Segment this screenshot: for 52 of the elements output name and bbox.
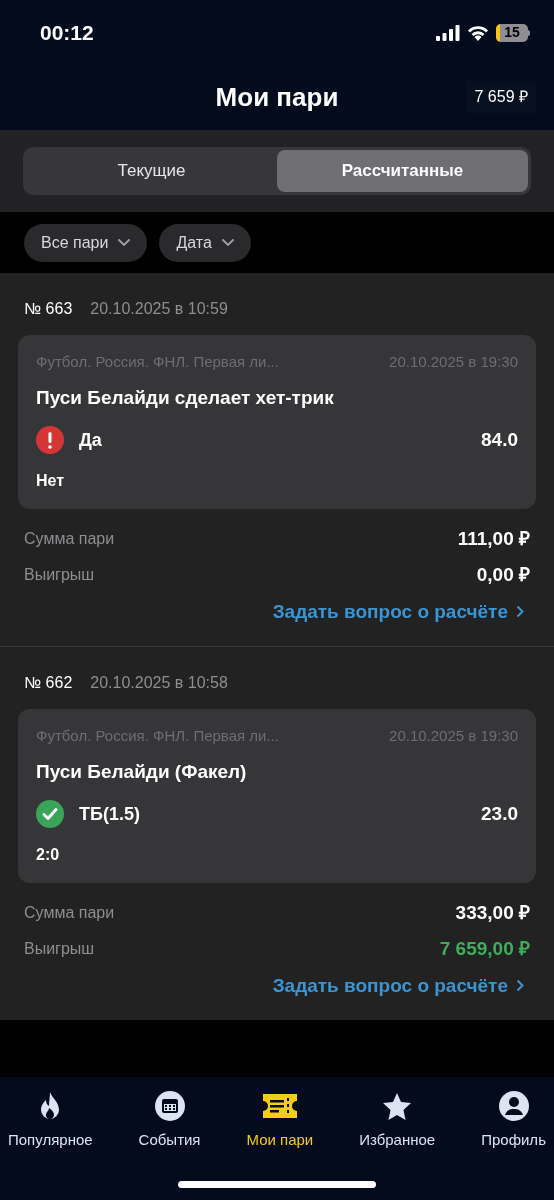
tab-bar-item[interactable]: Профиль <box>481 1089 546 1152</box>
score: 2:0 <box>36 844 61 865</box>
stake-label: Сумма пари <box>24 902 115 923</box>
warning-icon <box>36 426 64 455</box>
league: Футбол. Россия. ФНЛ. Первая ли... <box>36 726 279 746</box>
star-icon <box>382 1092 413 1120</box>
tab-bar-item[interactable]: Избранное <box>359 1089 436 1152</box>
settlement-question-link[interactable]: Задать вопрос о расчёте <box>272 971 524 1000</box>
bet-placed-time: 20.10.2025 в 10:59 <box>90 299 228 319</box>
tab-bar-item[interactable]: События <box>138 1089 201 1152</box>
filter-dropdown[interactable]: Дата <box>159 223 251 262</box>
stake-label: Сумма пари <box>24 528 115 549</box>
check-icon <box>36 800 64 829</box>
segment-tab[interactable]: Рассчитанные <box>277 150 528 192</box>
tab-bar-item[interactable]: Популярное <box>8 1089 93 1152</box>
win-amount: 7 659,00 ₽ <box>439 937 530 961</box>
market: Пуси Белайди сделает хет-трик <box>36 385 335 410</box>
chevron-down-icon <box>118 238 131 247</box>
odds: 23.0 <box>481 802 518 826</box>
calendar-icon <box>153 1090 186 1122</box>
segment-tab[interactable]: Текущие <box>26 150 277 192</box>
tab-bar-item[interactable]: Мои пари <box>246 1089 314 1152</box>
signal-icon <box>436 24 460 41</box>
score: Нет <box>36 470 66 491</box>
event-time: 20.10.2025 в 19:30 <box>389 352 518 372</box>
market: Пуси Белайди (Факел) <box>36 759 248 784</box>
win-label: Выигрыш <box>24 565 95 586</box>
stake-amount: 111,00 ₽ <box>457 526 530 551</box>
chevron-down-icon <box>221 238 234 247</box>
bet-number: № 662 <box>24 673 73 693</box>
wifi-icon <box>467 24 489 41</box>
chevron-right-icon <box>516 605 524 619</box>
bet-placed-time: 20.10.2025 в 10:58 <box>90 673 228 693</box>
event-time: 20.10.2025 в 19:30 <box>389 726 518 746</box>
settlement-question-link[interactable]: Задать вопрос о расчёте <box>272 597 524 626</box>
win-amount: 0,00 ₽ <box>476 563 530 587</box>
profile-icon <box>497 1090 530 1122</box>
stake-amount: 333,00 ₽ <box>455 900 530 925</box>
status-time: 00:12 <box>40 19 94 46</box>
chevron-right-icon <box>516 979 524 993</box>
outcome: ТБ(1.5) <box>79 802 141 826</box>
battery-icon: 15 <box>496 23 528 42</box>
outcome: Да <box>79 428 103 452</box>
league: Футбол. Россия. ФНЛ. Первая ли... <box>36 352 279 372</box>
flame-icon <box>39 1091 62 1121</box>
filter-dropdown[interactable]: Все пари <box>24 223 148 262</box>
bet-number: № 663 <box>24 299 73 319</box>
win-label: Выигрыш <box>24 939 95 960</box>
balance: 7 659 ₽ <box>466 81 536 113</box>
page-title: Мои пари <box>215 81 339 114</box>
ticket-icon <box>261 1093 298 1119</box>
odds: 84.0 <box>481 428 518 452</box>
